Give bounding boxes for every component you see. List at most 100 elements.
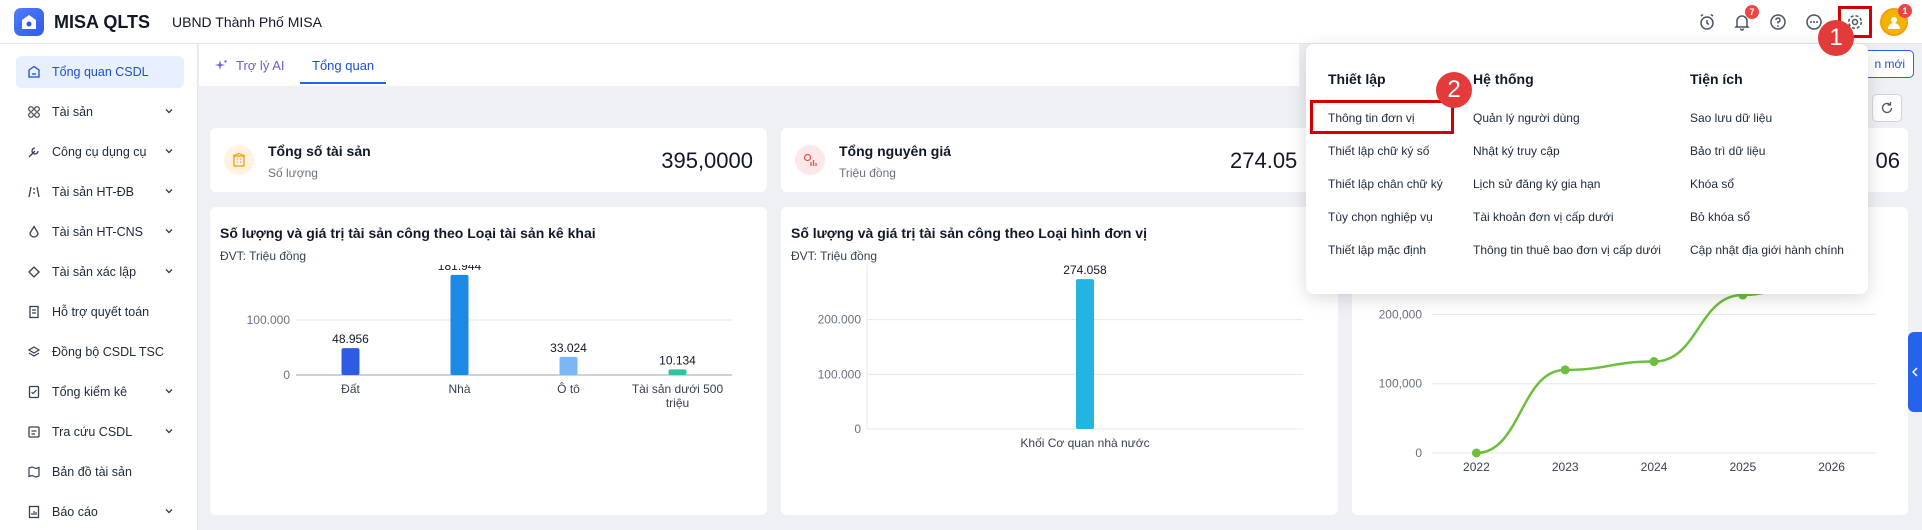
menu-item-bo-khoa-so[interactable]: Bỏ khóa sổ: [1690, 210, 1750, 224]
bar: [341, 348, 360, 375]
kpi-value: 274.05: [1230, 148, 1298, 173]
x-tick-label: Nhà: [448, 382, 470, 396]
x-tick-label: 2023: [1552, 460, 1579, 474]
menu-item-sao-luu[interactable]: Sao lưu dữ liệu: [1690, 111, 1772, 125]
kpi-card-total-assets: Tổng số tài sản Số lượng 395,0000: [210, 128, 767, 192]
bar: [1076, 279, 1094, 429]
sidebar-item-tai-san[interactable]: Tài sản: [16, 96, 184, 128]
sidebar-item-kiem-ke[interactable]: Tổng kiểm kê: [16, 376, 184, 408]
tools-icon: [26, 144, 42, 160]
y-tick-label: 0: [1415, 446, 1422, 460]
chart-money-icon: [795, 145, 825, 175]
y-tick-label: 0: [283, 368, 290, 382]
database-icon: [26, 64, 42, 80]
sidebar-item-xac-lap[interactable]: Tài sản xác lập: [16, 256, 184, 288]
x-tick-label: 2026: [1818, 460, 1845, 474]
menu-item-lich-su-dang-ky[interactable]: Lịch sử đăng ký gia hạn: [1473, 177, 1600, 191]
y-tick-label: 200.000: [818, 313, 862, 327]
chevron-down-icon: [164, 385, 174, 399]
sidebar-item-tong-quan[interactable]: Tổng quan CSDL: [16, 56, 184, 88]
sidebar-item-label: Tổng kiểm kê: [52, 385, 128, 399]
chart-card-asset-type: Số lượng và giá trị tài sản công theo Lo…: [210, 207, 767, 515]
sidebar-item-cong-cu[interactable]: Công cụ dụng cụ: [16, 136, 184, 168]
bar-chart-unit-type: 0 100.000 200.000 274.058 Khối Cơ quan nhà n…: [818, 265, 1303, 450]
tab-ai-assistant[interactable]: Trợ lý AI: [214, 58, 285, 73]
menu-item-thiet-lap-mac-dinh[interactable]: Thiết lập mặc định: [1328, 243, 1426, 257]
chevron-down-icon: [164, 145, 174, 159]
sidebar-item-label: Tài sản: [52, 105, 93, 119]
sidebar-item-label: Báo cáo: [52, 505, 98, 519]
bell-icon[interactable]: 7: [1731, 5, 1759, 33]
y-tick-label: 100.000: [818, 367, 862, 381]
x-tick-label: 2024: [1641, 460, 1668, 474]
x-tick-label: Khối Cơ quan nhà nước: [1020, 436, 1149, 450]
sidebar-item-label: Tổng quan CSDL: [52, 65, 149, 79]
chevron-down-icon: [164, 225, 174, 239]
report-icon: [26, 504, 42, 520]
tab-ai-label: Trợ lý AI: [236, 58, 285, 73]
x-tick-label: 2025: [1729, 460, 1756, 474]
menu-item-thiet-lap-chu-ky-so[interactable]: Thiết lập chữ ký số: [1328, 144, 1429, 158]
y-tick-label: 0: [854, 422, 861, 436]
water-drop-icon: [26, 224, 42, 240]
dropdown-heading-he-thong: Hệ thống: [1473, 71, 1534, 87]
kpi-title: Tổng nguyên giá: [839, 143, 951, 159]
sidebar-item-ban-do[interactable]: Bản đồ tài sản: [16, 456, 184, 488]
asset-establish-icon: [26, 264, 42, 280]
bar-value-label: 274.058: [1063, 265, 1107, 277]
menu-item-thue-bao-don-vi[interactable]: Thông tin thuê bao đơn vị cấp dưới: [1473, 243, 1661, 257]
menu-item-bao-tri[interactable]: Bảo trì dữ liệu: [1690, 144, 1765, 158]
x-tick-label: Tài sản dưới 500: [632, 382, 724, 396]
sidebar-item-ht-db[interactable]: Tài sản HT-ĐB: [16, 176, 184, 208]
checklist-icon: [26, 384, 42, 400]
menu-item-tai-khoan-don-vi[interactable]: Tài khoản đơn vị cấp dưới: [1473, 210, 1614, 224]
org-name: UBND Thành Phố MISA: [172, 14, 322, 30]
assets-icon: [26, 104, 42, 120]
bar: [559, 356, 578, 375]
app-logo-icon[interactable]: [14, 8, 44, 36]
avatar-badge: 1: [1898, 4, 1912, 18]
chart-title: Số lượng và giá trị tài sản công theo Lo…: [791, 225, 1147, 241]
sidebar: Tổng quan CSDL Tài sản Công cụ dụng cụ T…: [0, 44, 198, 530]
sidebar-item-label: Tra cứu CSDL: [52, 425, 133, 439]
document-icon: [26, 304, 42, 320]
alarm-clock-icon[interactable]: [1696, 11, 1718, 33]
layers-icon: [26, 344, 42, 360]
sidebar-item-label: Đồng bộ CSDL TSC: [52, 345, 164, 359]
sidebar-item-label: Tài sản HT-ĐB: [52, 185, 134, 199]
x-tick-label: 2022: [1463, 460, 1490, 474]
sidebar-item-ht-cns[interactable]: Tài sản HT-CNS: [16, 216, 184, 248]
x-tick-label: Ô tô: [557, 381, 580, 396]
chart-card-unit-type: Số lượng và giá trị tài sản công theo Lo…: [781, 207, 1338, 515]
chart-unit: ĐVT: Triệu đồng: [220, 249, 307, 263]
menu-item-thiet-lap-chan-chu-ky[interactable]: Thiết lập chân chữ ký: [1328, 177, 1443, 191]
kpi-subtitle: Số lượng: [268, 166, 318, 180]
sidebar-item-dong-bo[interactable]: Đồng bộ CSDL TSC: [16, 336, 184, 368]
menu-item-tuy-chon-nghiep-vu[interactable]: Tùy chọn nghiệp vụ: [1328, 210, 1433, 224]
step-marker-1: 1: [1818, 20, 1854, 56]
top-header: MISA QLTS UBND Thành Phố MISA 7 1: [0, 0, 1922, 44]
menu-item-khoa-so[interactable]: Khóa sổ: [1690, 177, 1734, 191]
menu-item-nhat-ky-truy-cap[interactable]: Nhật ký truy cập: [1473, 144, 1560, 158]
bar: [450, 274, 469, 375]
help-icon[interactable]: [1767, 11, 1789, 33]
app-name: MISA QLTS: [54, 12, 150, 32]
y-tick-label: 100.000: [247, 313, 291, 327]
chevron-down-icon: [164, 105, 174, 119]
y-tick-label: 100,000: [1379, 377, 1423, 391]
tab-overview[interactable]: Tổng quan: [300, 50, 387, 84]
sidebar-item-label: Hỗ trợ quyết toán: [52, 305, 150, 319]
bar-value-label: 181.944: [438, 265, 482, 273]
menu-item-cap-nhat-dia-gioi[interactable]: Cập nhật địa giới hành chính: [1690, 243, 1844, 257]
side-panel-toggle[interactable]: [1908, 332, 1922, 412]
chevron-down-icon: [164, 425, 174, 439]
refresh-icon[interactable]: [1872, 94, 1902, 122]
avatar[interactable]: 1: [1880, 4, 1912, 36]
dropdown-heading-thiet-lap: Thiết lập: [1328, 71, 1386, 87]
sidebar-item-label: Bản đồ tài sản: [52, 465, 132, 479]
sidebar-item-bao-cao[interactable]: Báo cáo: [16, 496, 184, 528]
sidebar-item-tra-cuu[interactable]: Tra cứu CSDL: [16, 416, 184, 448]
menu-item-quan-ly-nguoi-dung[interactable]: Quản lý người dùng: [1473, 111, 1580, 125]
data-point: [1560, 365, 1570, 375]
sidebar-item-quyet-toan[interactable]: Hỗ trợ quyết toán: [16, 296, 184, 328]
